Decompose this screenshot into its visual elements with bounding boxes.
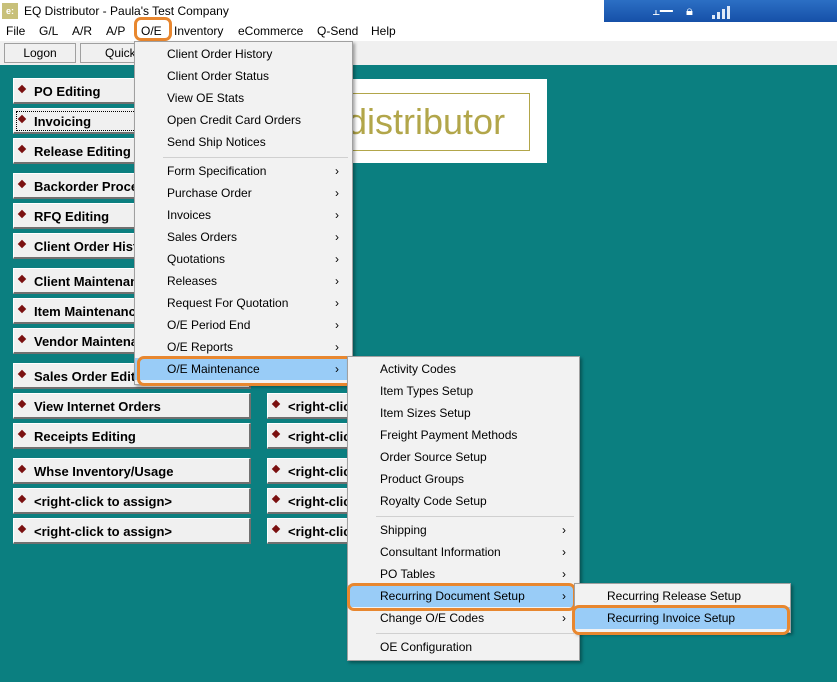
menu-item-activity-codes[interactable]: Activity Codes <box>348 358 579 380</box>
menu-item-sales-orders[interactable]: Sales Orders › <box>135 226 352 248</box>
chevron-right-icon: › <box>335 318 339 332</box>
menu-item-oe-reports[interactable]: O/E Reports › <box>135 336 352 358</box>
menu-item-recurring-release-setup[interactable]: Recurring Release Setup <box>575 585 790 607</box>
diamond-icon <box>17 274 27 284</box>
diamond-icon <box>17 494 27 504</box>
chevron-right-icon: › <box>335 274 339 288</box>
menu-qsend[interactable]: Q-Send <box>317 24 358 38</box>
quick-btn-view-internet-orders[interactable]: View Internet Orders <box>13 393 251 419</box>
menu-item-oe-period-end[interactable]: O/E Period End › <box>135 314 352 336</box>
diamond-icon <box>17 524 27 534</box>
menu-item-send-ship-notices[interactable]: Send Ship Notices <box>135 131 352 153</box>
diamond-icon <box>17 429 27 439</box>
oe-maintenance-menu: Activity Codes Item Types Setup Item Siz… <box>347 356 580 661</box>
menu-gl[interactable]: G/L <box>39 24 58 38</box>
menu-separator <box>376 516 574 517</box>
menu-ar[interactable]: A/R <box>72 24 92 38</box>
oe-callout <box>134 17 172 41</box>
logon-button[interactable]: Logon <box>4 43 76 63</box>
chevron-right-icon: › <box>335 252 339 266</box>
menu-item-request-for-quotation[interactable]: Request For Quotation › <box>135 292 352 314</box>
menu-item-oe-configuration[interactable]: OE Configuration <box>348 636 579 658</box>
menu-item-view-oe-stats[interactable]: View OE Stats <box>135 87 352 109</box>
window-title: EQ Distributor - Paula's Test Company <box>24 4 229 18</box>
system-tray: ⫠━ 🔒︎ <box>604 0 837 22</box>
diamond-icon <box>17 304 27 314</box>
menu-bar: File G/L A/R A/P O/E Inventory eCommerce… <box>0 22 837 41</box>
menu-item-releases[interactable]: Releases › <box>135 270 352 292</box>
signal-icon <box>712 3 732 19</box>
chevron-right-icon: › <box>562 523 566 537</box>
chevron-right-icon: › <box>335 164 339 178</box>
menu-separator <box>376 633 574 634</box>
oe-maintenance-callout <box>137 356 359 386</box>
chevron-right-icon: › <box>562 567 566 581</box>
diamond-icon <box>17 334 27 344</box>
menu-item-product-groups[interactable]: Product Groups <box>348 468 579 490</box>
quick-button[interactable]: Quick <box>80 43 140 63</box>
menu-item-consultant-information[interactable]: Consultant Information › <box>348 541 579 563</box>
diamond-icon <box>17 464 27 474</box>
menu-item-order-source-setup[interactable]: Order Source Setup <box>348 446 579 468</box>
quick-btn-whse-inventory[interactable]: Whse Inventory/Usage <box>13 458 251 484</box>
diamond-icon <box>271 464 281 474</box>
menu-item-invoices[interactable]: Invoices › <box>135 204 352 226</box>
app-icon: e: <box>2 3 18 19</box>
toolbar: Logon Quick <box>0 41 837 65</box>
menu-inventory[interactable]: Inventory <box>174 24 223 38</box>
diamond-icon <box>271 494 281 504</box>
diamond-icon <box>271 524 281 534</box>
menu-separator <box>163 157 348 158</box>
menu-ap[interactable]: A/P <box>106 24 125 38</box>
menu-ecommerce[interactable]: eCommerce <box>238 24 303 38</box>
chevron-right-icon: › <box>562 545 566 559</box>
menu-item-purchase-order[interactable]: Purchase Order › <box>135 182 352 204</box>
diamond-icon <box>17 144 27 154</box>
logo: distributor <box>340 93 530 151</box>
diamond-icon <box>17 399 27 409</box>
chevron-right-icon: › <box>335 208 339 222</box>
menu-item-shipping[interactable]: Shipping › <box>348 519 579 541</box>
diamond-icon <box>17 239 27 249</box>
menu-item-item-sizes-setup[interactable]: Item Sizes Setup <box>348 402 579 424</box>
menu-help[interactable]: Help <box>371 24 396 38</box>
diamond-icon <box>271 399 281 409</box>
lock-icon[interactable]: 🔒︎ <box>686 3 693 19</box>
diamond-icon <box>17 84 27 94</box>
oe-menu: Client Order History Client Order Status… <box>134 41 353 385</box>
menu-item-client-order-status[interactable]: Client Order Status <box>135 65 352 87</box>
menu-item-freight-payment-methods[interactable]: Freight Payment Methods <box>348 424 579 446</box>
menu-item-royalty-code-setup[interactable]: Royalty Code Setup <box>348 490 579 512</box>
menu-file[interactable]: File <box>6 24 25 38</box>
diamond-icon <box>17 179 27 189</box>
menu-item-item-types-setup[interactable]: Item Types Setup <box>348 380 579 402</box>
quick-btn-receipts-editing[interactable]: Receipts Editing <box>13 423 251 449</box>
menu-item-client-order-history[interactable]: Client Order History <box>135 43 352 65</box>
diamond-icon <box>17 369 27 379</box>
recurring-document-callout <box>347 583 576 611</box>
menu-item-po-tables[interactable]: PO Tables › <box>348 563 579 585</box>
chevron-right-icon: › <box>335 186 339 200</box>
diamond-icon <box>271 429 281 439</box>
chevron-right-icon: › <box>335 230 339 244</box>
quick-btn-unassigned[interactable]: <right-click to assign> <box>13 518 251 544</box>
quick-btn-unassigned[interactable]: <right-click to assign> <box>13 488 251 514</box>
chevron-right-icon: › <box>562 611 566 625</box>
chevron-right-icon: › <box>335 296 339 310</box>
recurring-invoice-callout <box>572 605 790 635</box>
menu-item-form-specification[interactable]: Form Specification › <box>135 160 352 182</box>
menu-item-quotations[interactable]: Quotations › <box>135 248 352 270</box>
diamond-icon <box>17 209 27 219</box>
pin-icon[interactable]: ⫠━ <box>652 3 673 19</box>
menu-item-open-credit-card-orders[interactable]: Open Credit Card Orders <box>135 109 352 131</box>
chevron-right-icon: › <box>335 340 339 354</box>
title-bar: e: EQ Distributor - Paula's Test Company… <box>0 0 837 22</box>
diamond-icon <box>17 114 27 124</box>
